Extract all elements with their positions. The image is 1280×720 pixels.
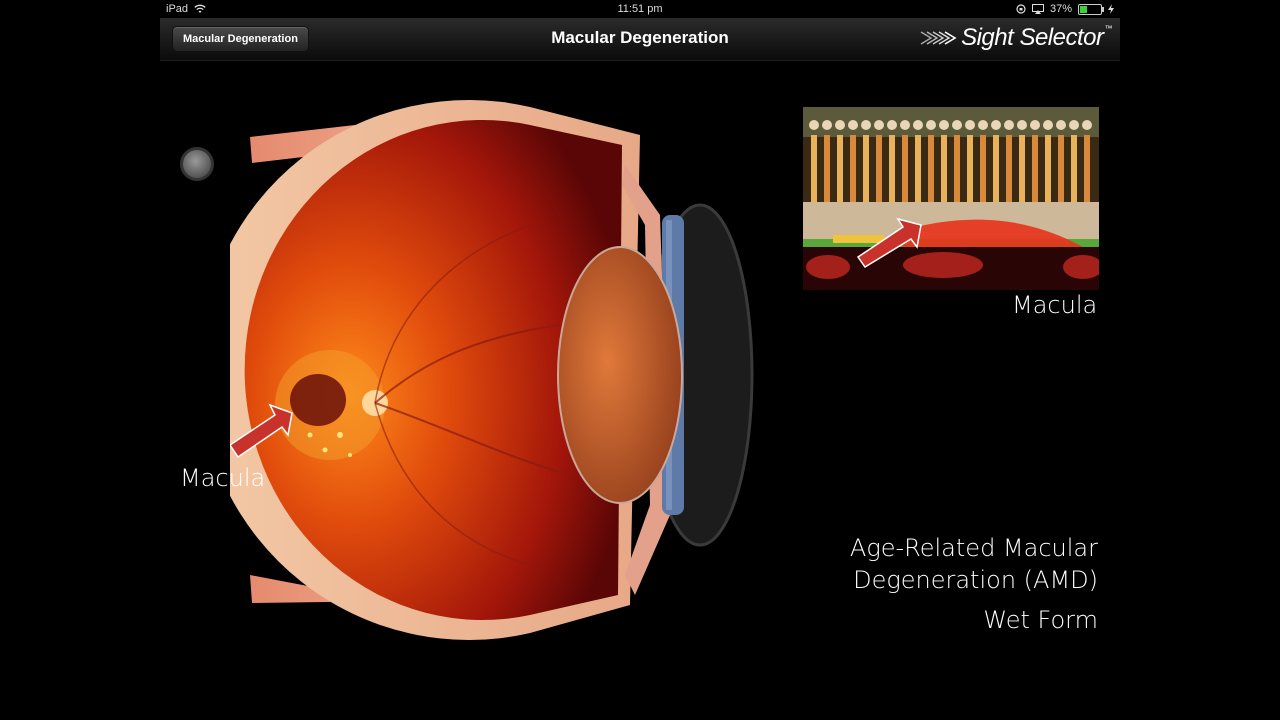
photoreceptor-head [1056, 120, 1066, 130]
photoreceptor-rod [1071, 135, 1077, 203]
photoreceptor-head [952, 120, 962, 130]
photoreceptor-rod [863, 135, 869, 203]
photoreceptor-rod [941, 135, 947, 203]
airplay-icon [1031, 4, 1044, 14]
photoreceptor-head [991, 120, 1001, 130]
photoreceptor-rod [1006, 135, 1012, 203]
photoreceptor-rod [967, 135, 973, 203]
photoreceptor-rod [928, 135, 934, 203]
home-button[interactable] [180, 147, 214, 181]
caption-line-2: Degeneration (AMD) [853, 566, 1098, 594]
clock: 11:51 pm [617, 3, 663, 15]
caption-line-1: Age-Related Macular [849, 534, 1098, 562]
photoreceptor-head [926, 120, 936, 130]
rotation-lock-icon [1016, 4, 1026, 14]
photoreceptor-rod [824, 135, 830, 203]
photoreceptor-rod [1032, 135, 1038, 203]
chevrons-icon [920, 31, 957, 45]
status-right: 37% [1016, 3, 1114, 15]
photoreceptor-head [1069, 120, 1079, 130]
status-bar: iPad 11:51 pm 37% [160, 0, 1120, 18]
photoreceptor-head [1082, 120, 1092, 130]
retina-layers-inset-illustration [803, 107, 1099, 290]
photoreceptor-rod [837, 135, 843, 203]
photoreceptor-head [822, 120, 832, 130]
amd-caption: Age-Related Macular Degeneration (AMD) W… [850, 532, 1098, 636]
photoreceptor-rod [1058, 135, 1064, 203]
brand-name: Sight Selector™ [961, 24, 1112, 52]
photoreceptor-head [1030, 120, 1040, 130]
photoreceptor-head [887, 120, 897, 130]
photoreceptor-rod [1084, 135, 1090, 203]
photoreceptor-rod [954, 135, 960, 203]
photoreceptor-head [861, 120, 871, 130]
battery-icon [1078, 3, 1104, 15]
charging-icon [1108, 4, 1114, 14]
photoreceptor-rod [1045, 135, 1051, 203]
photoreceptor-rod [889, 135, 895, 203]
photoreceptor-head [978, 120, 988, 130]
photoreceptor-head [913, 120, 923, 130]
brand-text: Sight Selector [961, 24, 1104, 51]
photoreceptor-rod [811, 135, 817, 203]
photoreceptor-rod [915, 135, 921, 203]
photoreceptor-head [965, 120, 975, 130]
photoreceptor-head [1017, 120, 1027, 130]
eye-cross-section-illustration [230, 100, 754, 640]
trademark: ™ [1104, 24, 1113, 33]
caption-line-3: Wet Form [983, 606, 1098, 634]
macula-label-inset: Macula [1012, 291, 1098, 319]
photoreceptor-rod [993, 135, 999, 203]
photoreceptor-head [1004, 120, 1014, 130]
photoreceptor-head [1043, 120, 1053, 130]
photoreceptor-rod [980, 135, 986, 203]
photoreceptor-rod [876, 135, 882, 203]
lens [557, 246, 683, 504]
photoreceptor-head [939, 120, 949, 130]
photoreceptor-rod [1019, 135, 1025, 203]
photoreceptor-rod [902, 135, 908, 203]
photoreceptor-head [900, 120, 910, 130]
photoreceptor-rod [850, 135, 856, 203]
navigation-bar: Macular Degeneration Macular Degeneratio… [160, 18, 1120, 61]
photoreceptor-head [848, 120, 858, 130]
photoreceptor-head [835, 120, 845, 130]
battery-percent: 37% [1049, 3, 1072, 15]
photoreceptor-head [874, 120, 884, 130]
macula-label-eye: Macula [180, 464, 266, 492]
brand-logo: Sight Selector™ [919, 22, 1112, 54]
photoreceptor-head [809, 120, 819, 130]
